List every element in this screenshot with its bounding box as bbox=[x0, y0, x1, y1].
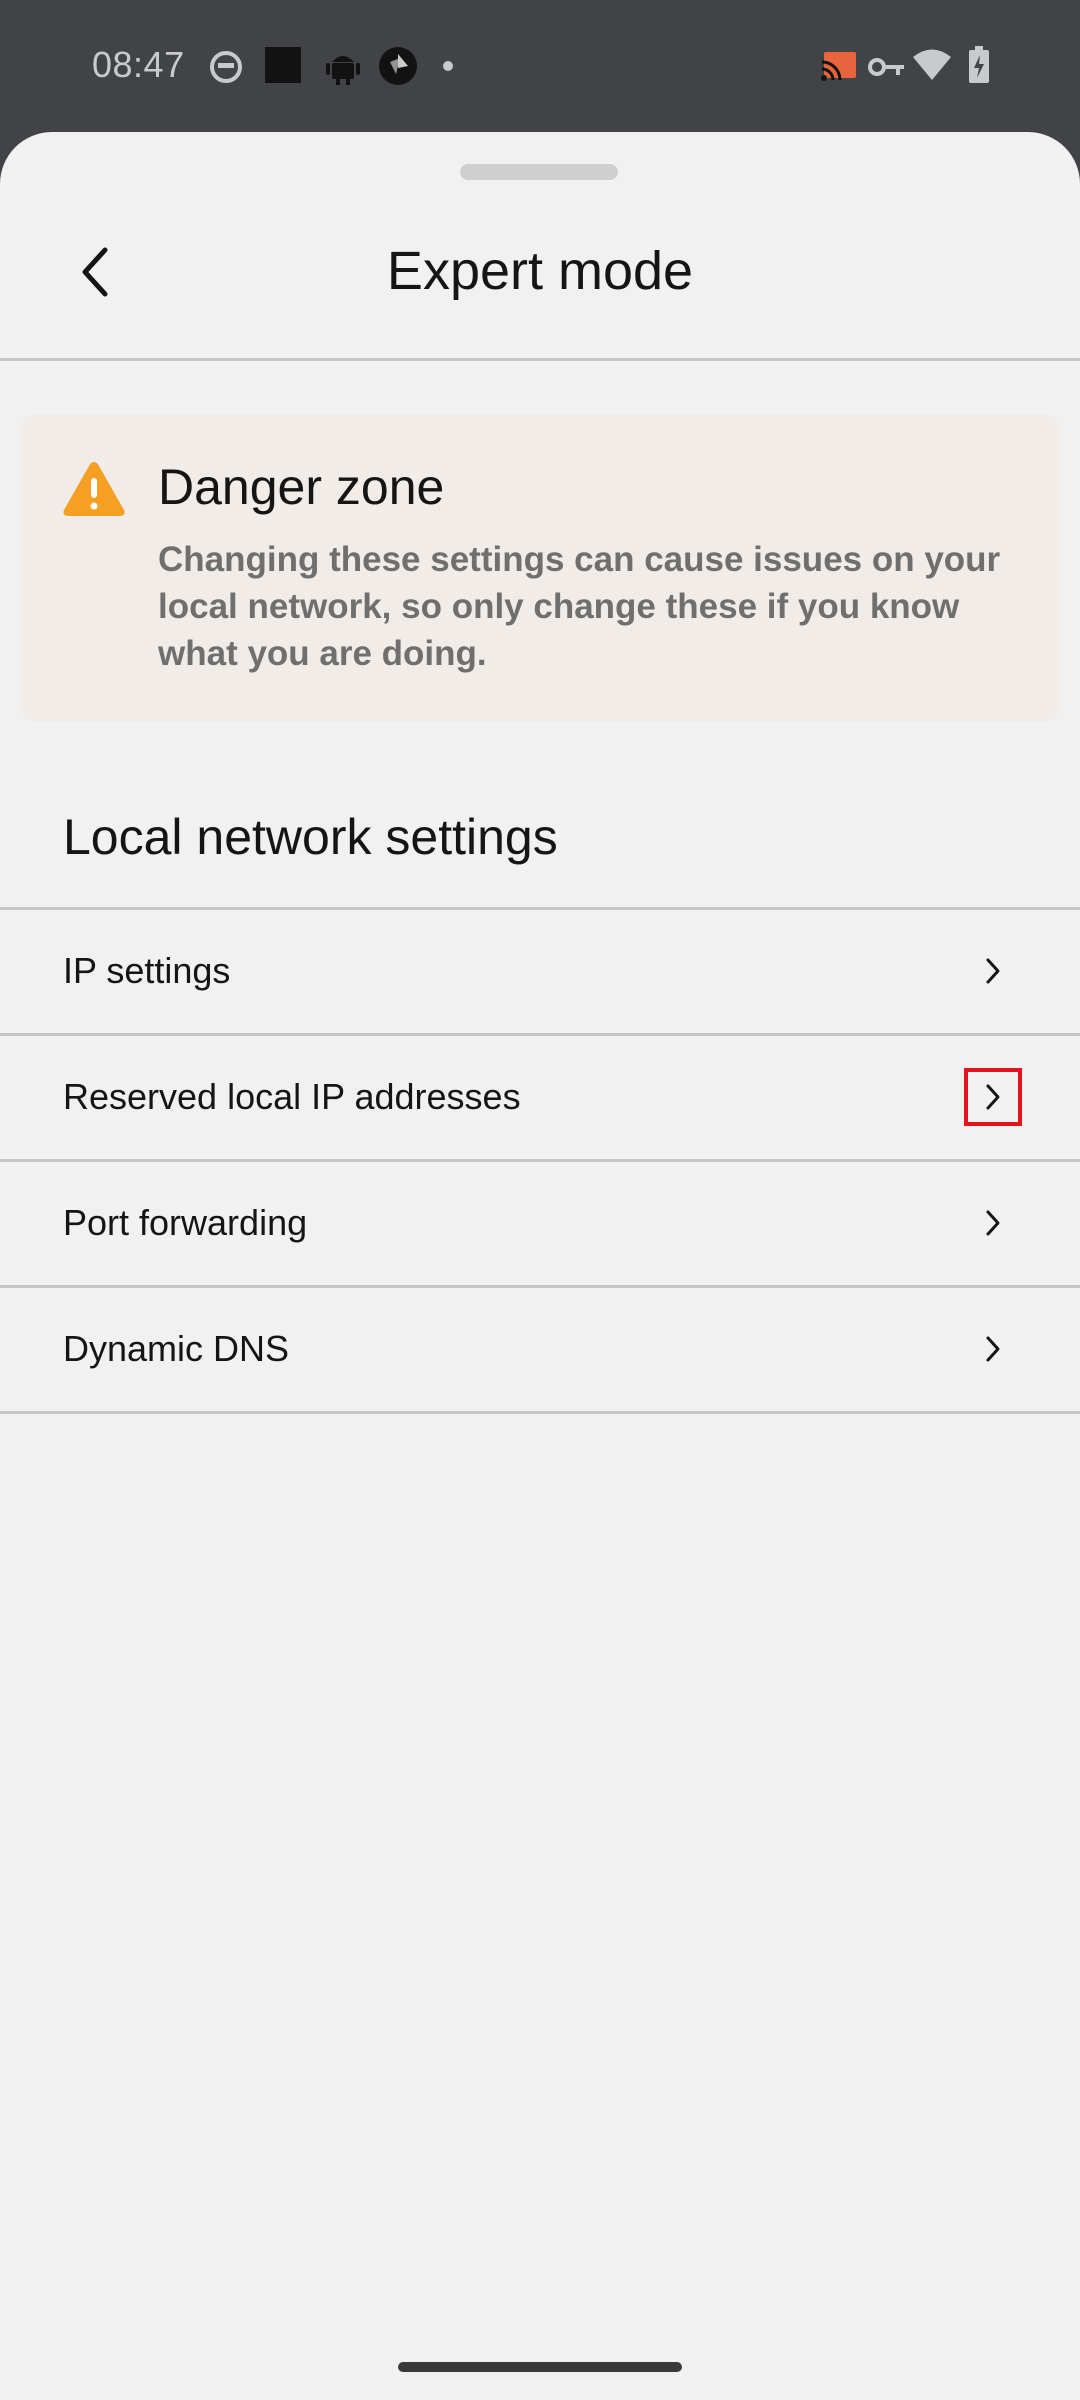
list-item-label: Reserved local IP addresses bbox=[63, 1076, 521, 1117]
list-item-ip-settings[interactable]: IP settings bbox=[0, 910, 1080, 1033]
list-item-reserved-local-ip-addresses[interactable]: Reserved local IP addresses bbox=[0, 1036, 1080, 1159]
header-divider bbox=[0, 358, 1080, 361]
wifi-icon bbox=[913, 49, 951, 80]
chevron-right-icon[interactable] bbox=[968, 1324, 1018, 1374]
chevron-right-icon[interactable] bbox=[968, 946, 1018, 996]
list-divider bbox=[0, 1411, 1080, 1414]
cat-icon bbox=[210, 51, 242, 83]
danger-zone-description: Changing these settings can cause issues… bbox=[158, 540, 1001, 673]
status-bar: 08:47 bbox=[0, 0, 1080, 132]
danger-zone-card: Danger zone Changing these settings can … bbox=[20, 414, 1060, 722]
chevron-right-icon[interactable] bbox=[968, 1198, 1018, 1248]
cast-icon bbox=[821, 52, 856, 81]
danger-zone-title: Danger zone bbox=[158, 459, 445, 515]
home-indicator[interactable] bbox=[398, 2362, 682, 2372]
bottom-sheet: Expert mode Danger zone Changing these s… bbox=[0, 132, 1080, 2400]
list-item-port-forwarding[interactable]: Port forwarding bbox=[0, 1162, 1080, 1285]
vpn-key-icon bbox=[868, 58, 904, 76]
page-title: Expert mode bbox=[386, 241, 694, 301]
square-app-icon bbox=[265, 47, 301, 83]
drag-handle[interactable] bbox=[460, 164, 618, 180]
list-item-label: IP settings bbox=[63, 950, 231, 991]
status-time: 08:47 bbox=[92, 44, 185, 85]
shutter-app-icon bbox=[379, 47, 417, 85]
warning-icon bbox=[63, 462, 125, 516]
battery-charging-icon bbox=[969, 46, 989, 83]
list-item-label: Port forwarding bbox=[63, 1202, 308, 1243]
settings-list: IP settings Reserved local IP addresses … bbox=[0, 907, 1080, 1414]
chevron-right-icon[interactable] bbox=[964, 1068, 1022, 1126]
list-item-dynamic-dns[interactable]: Dynamic DNS bbox=[0, 1288, 1080, 1411]
dot-icon bbox=[443, 61, 453, 71]
android-icon bbox=[326, 56, 360, 85]
list-item-label: Dynamic DNS bbox=[63, 1328, 290, 1369]
section-heading: Local network settings bbox=[63, 809, 558, 865]
